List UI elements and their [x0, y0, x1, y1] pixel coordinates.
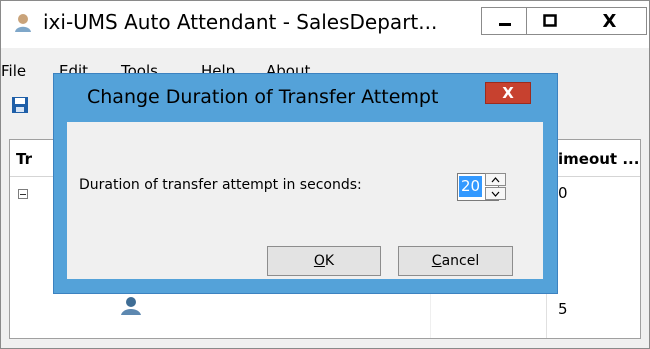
maximize-button[interactable]	[526, 7, 574, 35]
timeout-cell: 0	[558, 184, 568, 202]
title-bar[interactable]: ixi-UMS Auto Attendant - SalesDepart... …	[1, 1, 649, 48]
app-icon	[15, 14, 31, 32]
chevron-down-icon	[491, 191, 500, 197]
maximize-icon	[543, 14, 557, 27]
save-icon[interactable]	[11, 96, 29, 114]
minimize-icon	[498, 23, 511, 26]
cancel-mnemonic: C	[431, 253, 442, 269]
duration-value: 20	[459, 176, 483, 197]
close-icon: X	[502, 84, 514, 102]
chevron-up-icon	[491, 176, 500, 182]
window-title: ixi-UMS Auto Attendant - SalesDepart...	[43, 10, 438, 34]
close-window-button[interactable]: X	[573, 7, 647, 35]
menu-file[interactable]: File	[1, 62, 26, 80]
ok-button[interactable]: OK	[267, 246, 381, 276]
cancel-button[interactable]: Cancel	[398, 246, 513, 276]
person-icon	[121, 297, 141, 315]
spin-down-button[interactable]	[485, 187, 506, 200]
minimize-button[interactable]	[481, 7, 527, 35]
dialog-close-button[interactable]: X	[485, 82, 531, 104]
change-duration-dialog: Change Duration of Transfer Attempt X Du…	[53, 73, 558, 294]
ok-mnemonic: O	[313, 253, 325, 269]
collapse-toggle-icon[interactable]	[18, 189, 28, 199]
dialog-title: Change Duration of Transfer Attempt	[87, 86, 439, 108]
cancel-label: ancel	[441, 253, 480, 269]
timeout-cell: 5	[558, 300, 568, 318]
column-header-timeout[interactable]: imeout ...	[558, 150, 639, 168]
spin-up-button[interactable]	[485, 173, 506, 186]
dialog-body: Duration of transfer attempt in seconds:…	[67, 122, 543, 279]
duration-label: Duration of transfer attempt in seconds:	[79, 177, 362, 193]
column-header-tree[interactable]: Tr	[16, 150, 32, 168]
close-icon: X	[602, 10, 617, 32]
ok-label: K	[324, 253, 335, 269]
